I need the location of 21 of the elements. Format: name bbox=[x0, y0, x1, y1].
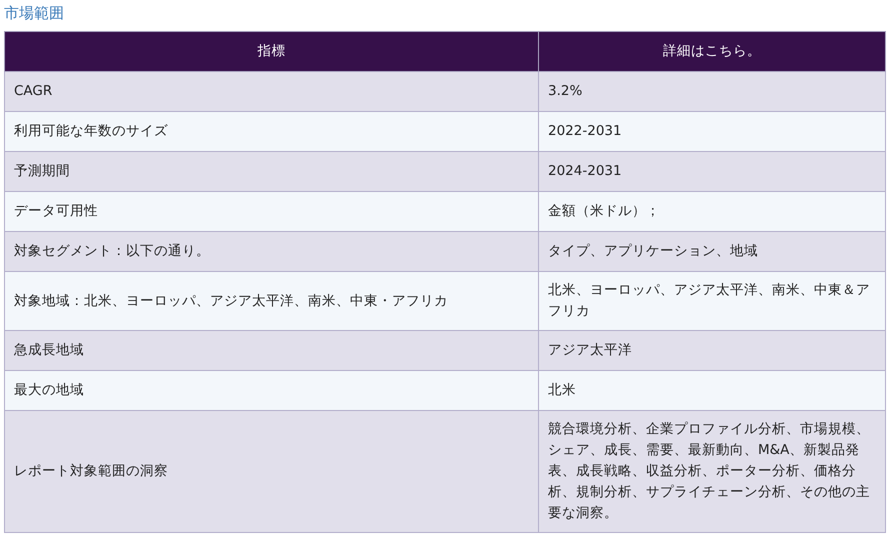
table-cell: 最大の地域 bbox=[4, 370, 538, 410]
table-cell: 競合環境分析、企業プロファイル分析、市場規模、シェア、成長、需要、最新動向、M&A、新製品発表、成長戦略、収益分析、ポーター分析、価格分析、規制分析、サプライチェーン分析、その他の主要な洞察。 bbox=[538, 410, 886, 532]
table-cell: CAGR bbox=[4, 72, 538, 112]
table-cell: アジア太平洋 bbox=[538, 330, 886, 370]
column-header: 指標 bbox=[4, 32, 538, 72]
table-cell: 利用可能な年数のサイズ bbox=[4, 112, 538, 152]
table-cell: 急成長地域 bbox=[4, 330, 538, 370]
table-cell: 対象セグメント：以下の通り。 bbox=[4, 232, 538, 272]
table-cell: 金額（米ドル）； bbox=[538, 192, 886, 232]
table-cell: レポート対象範囲の洞察 bbox=[4, 410, 538, 532]
table-cell: 2022-2031 bbox=[538, 112, 886, 152]
table-cell: 予測期間 bbox=[4, 152, 538, 192]
table-cell: 3.2% bbox=[538, 72, 886, 112]
table-cell: 北米、ヨーロッパ、アジア太平洋、南米、中東＆アフリカ bbox=[538, 272, 886, 330]
table-cell: 北米 bbox=[538, 370, 886, 410]
table-cell: データ可用性 bbox=[4, 192, 538, 232]
column-header: 詳細はこちら。 bbox=[538, 32, 886, 72]
table-cell: 2024-2031 bbox=[538, 152, 886, 192]
table-cell: タイプ、アプリケーション、地域 bbox=[538, 232, 886, 272]
table-cell: 対象地域：北米、ヨーロッパ、アジア太平洋、南米、中東・アフリカ bbox=[4, 272, 538, 330]
section-title: 市場範囲 bbox=[4, 3, 65, 23]
